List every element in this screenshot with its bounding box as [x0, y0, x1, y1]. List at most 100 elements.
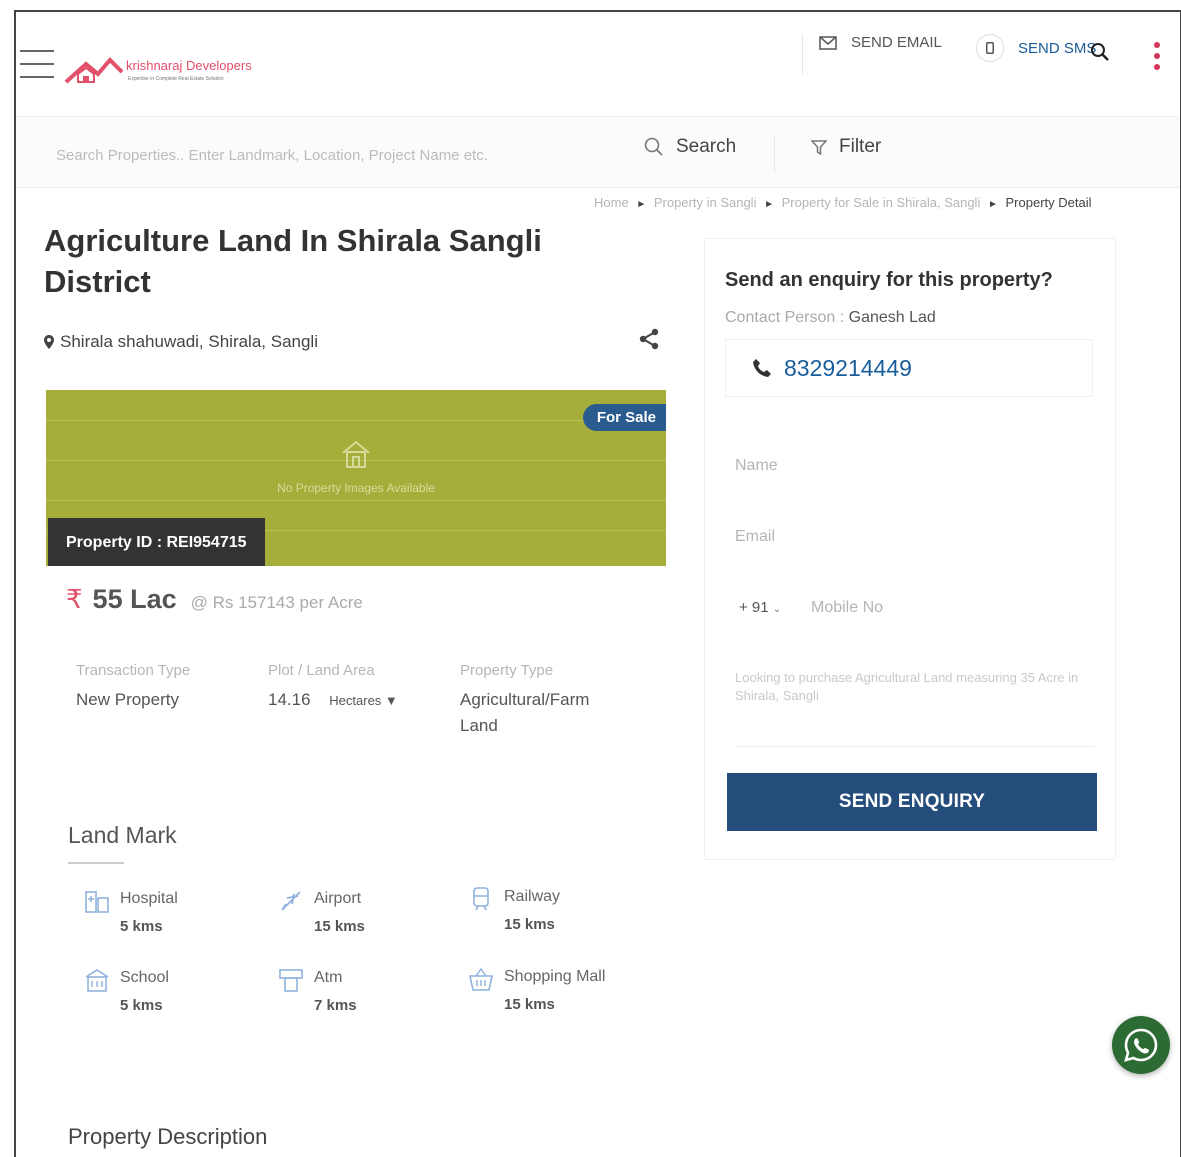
- hospital-icon: [85, 891, 109, 913]
- landmark-distance: 5 kms: [120, 997, 163, 1014]
- filter-button[interactable]: Filter: [811, 136, 881, 158]
- page-title: Agriculture Land In Shirala Sangli Distr…: [44, 223, 542, 299]
- filter-icon: [811, 140, 827, 155]
- image-gridline: [46, 500, 666, 501]
- mobile-field[interactable]: [811, 591, 1091, 625]
- no-image-placeholder: No Property Images Available: [276, 438, 436, 496]
- heading-underline: [68, 862, 124, 864]
- location-text: Shirala shahuwadi, Shirala, Sangli: [60, 332, 318, 351]
- landmark-item-railway: Railway 15 kms: [468, 887, 561, 933]
- spec-value: 14.16 Hectares ▼: [268, 687, 398, 714]
- breadcrumb-separator-icon: ►: [764, 199, 774, 210]
- country-code-select[interactable]: + 91 ⌄: [739, 599, 781, 616]
- landmark-item-atm: Atm 7 kms: [278, 969, 357, 1014]
- for-sale-badge: For Sale: [582, 404, 666, 431]
- enquiry-form: Send an enquiry for this property? Conta…: [704, 238, 1116, 860]
- image-gridline: [46, 420, 666, 421]
- rupee-icon: ₹: [66, 584, 83, 614]
- spec-label: Property Type: [460, 662, 554, 679]
- brand-logo[interactable]: krishnaraj Developers Expertise in Compl…: [64, 52, 304, 88]
- browser-frame: krishnaraj Developers Expertise in Compl…: [14, 10, 1181, 1157]
- house-logo-icon: [64, 57, 124, 84]
- landmark-distance: 15 kms: [314, 918, 365, 935]
- breadcrumb-separator-icon: ►: [636, 199, 647, 210]
- breadcrumb-home[interactable]: Home: [594, 195, 629, 210]
- mobile-icon: [976, 34, 1004, 62]
- spec-value: New Property: [76, 690, 179, 709]
- phone-icon: [753, 359, 771, 377]
- school-icon: [85, 969, 109, 992]
- atm-icon: [279, 969, 303, 992]
- landmark-heading: Land Mark: [68, 822, 177, 848]
- phone-number-link[interactable]: 8329214449: [725, 339, 1093, 397]
- spec-area: Plot / Land Area 14.16 Hectares ▼: [268, 662, 398, 714]
- search-bar: Search Filter: [16, 118, 1180, 188]
- search-button[interactable]: Search: [644, 136, 736, 158]
- send-enquiry-button[interactable]: SEND ENQUIRY: [727, 773, 1097, 831]
- search-input[interactable]: [56, 142, 616, 168]
- breadcrumb-locality[interactable]: Property for Sale in Shirala, Sangli: [782, 195, 981, 210]
- property-location: Shirala shahuwadi, Shirala, Sangli: [44, 332, 318, 352]
- header-divider: [802, 34, 803, 74]
- landmark-distance: 7 kms: [314, 997, 357, 1014]
- breadcrumb-current: Property Detail: [1005, 195, 1092, 210]
- brand-tagline: Expertise in Complete Real Estate Soluti…: [128, 76, 224, 82]
- landmark-name: Hospital: [120, 890, 178, 907]
- enquiry-title: Send an enquiry for this property?: [725, 269, 1053, 291]
- brand-name: krishnaraj Developers: [126, 58, 252, 73]
- landmark-item-school: School 5 kms: [84, 969, 169, 1014]
- more-options-icon[interactable]: [1152, 42, 1162, 78]
- breadcrumb-city[interactable]: Property in Sangli: [654, 195, 757, 210]
- send-email-label: SEND EMAIL: [851, 34, 942, 51]
- contact-person: Contact Person : Ganesh Lad: [725, 309, 936, 327]
- contact-label: Contact Person :: [725, 309, 849, 326]
- message-field[interactable]: [735, 669, 1095, 747]
- landmark-distance: 15 kms: [504, 916, 555, 933]
- landmark-name: Shopping Mall: [504, 968, 606, 985]
- name-field[interactable]: [735, 449, 1091, 483]
- shopping-mall-icon: [469, 967, 493, 991]
- send-sms-label: SEND SMS: [1018, 39, 1097, 57]
- spec-property-type: Property Type Agricultural/Farm Land: [460, 662, 630, 739]
- spec-label: Transaction Type: [76, 662, 191, 679]
- menu-icon[interactable]: [20, 50, 54, 80]
- country-code-value: + 91: [739, 599, 769, 616]
- railway-icon: [473, 887, 489, 911]
- breadcrumb: Home ► Property in Sangli ► Property for…: [594, 195, 1091, 210]
- price-value: 55 Lac: [92, 584, 177, 614]
- map-pin-icon: [44, 335, 54, 349]
- landmark-item-hospital: Hospital 5 kms: [84, 890, 178, 935]
- area-unit-dropdown[interactable]: Hectares ▼: [329, 693, 398, 708]
- spec-label: Plot / Land Area: [268, 662, 375, 679]
- phone-number: 8329214449: [784, 354, 912, 381]
- landmark-distance: 15 kms: [504, 996, 555, 1013]
- filter-label: Filter: [839, 136, 882, 157]
- send-sms-button[interactable]: SEND SMS: [976, 34, 1096, 62]
- contact-name: Ganesh Lad: [848, 309, 936, 326]
- whatsapp-icon: [1124, 1028, 1158, 1062]
- share-icon[interactable]: [638, 328, 660, 350]
- landmark-name: Atm: [314, 969, 343, 986]
- no-image-text: No Property Images Available: [277, 481, 435, 495]
- landmark-name: Airport: [314, 890, 362, 907]
- chevron-down-icon: ⌄: [772, 604, 782, 615]
- area-value: 14.16: [268, 690, 311, 709]
- spec-value: Agricultural/Farm Land: [460, 690, 590, 735]
- breadcrumb-separator-icon: ►: [987, 199, 998, 210]
- search-icon: [644, 137, 663, 156]
- site-header: krishnaraj Developers Expertise in Compl…: [16, 12, 1180, 117]
- email-field[interactable]: [735, 520, 1091, 554]
- landmark-name: Railway: [504, 888, 561, 905]
- search-icon[interactable]: [1090, 42, 1110, 62]
- search-divider: [774, 136, 775, 172]
- send-email-button[interactable]: SEND EMAIL: [819, 34, 942, 51]
- property-image[interactable]: For Sale No Property Images Available Pr…: [46, 390, 666, 566]
- whatsapp-button[interactable]: [1112, 1016, 1170, 1074]
- search-label: Search: [676, 136, 737, 157]
- airport-icon: [281, 891, 301, 911]
- email-icon: [819, 35, 837, 50]
- landmark-item-airport: Airport 15 kms: [278, 890, 365, 935]
- landmark-name: School: [120, 969, 169, 986]
- description-heading: Property Description: [68, 1124, 268, 1149]
- spec-transaction: Transaction Type New Property: [76, 662, 190, 713]
